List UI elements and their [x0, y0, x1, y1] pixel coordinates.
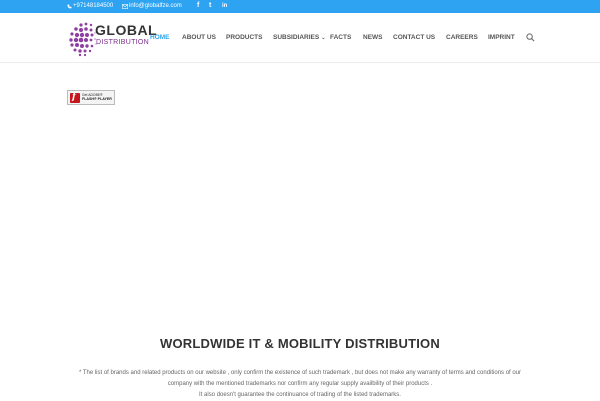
- nav-careers[interactable]: CAREERS: [446, 34, 478, 41]
- site-logo[interactable]: GLOBAL DISTRIBUTION: [67, 19, 158, 61]
- twitter-icon[interactable]: t: [209, 2, 211, 9]
- nav-subsidiaries[interactable]: SUBSIDIARIES ⌄: [273, 34, 325, 41]
- flash-badge-text: Get ADOBE® FLASH® PLAYER: [82, 93, 112, 101]
- nav-subsidiaries-label: SUBSIDIARIES: [273, 34, 320, 41]
- flash-icon: f: [70, 92, 80, 103]
- nav-home[interactable]: HOME: [150, 34, 170, 41]
- page-title: WORLDWIDE IT & MOBILITY DISTRIBUTION: [160, 336, 440, 351]
- logo-text-distribution: DISTRIBUTION: [96, 39, 149, 46]
- nav-news[interactable]: NEWS: [363, 34, 383, 41]
- disclaimer-line: * The list of brands and related product…: [78, 370, 522, 376]
- search-icon[interactable]: [526, 33, 535, 42]
- top-bar: +97148184500 info@globalfze.com f t in: [0, 0, 600, 13]
- get-flash-player-badge[interactable]: f Get ADOBE® FLASH® PLAYER: [67, 90, 115, 105]
- nav-imprint[interactable]: IMPRINT: [488, 34, 515, 41]
- logo-text-global: GLOBAL: [95, 22, 158, 38]
- flash-badge-line2: FLASH® PLAYER: [82, 97, 112, 101]
- disclaimer-line: company with the mentioned trademarks no…: [167, 381, 433, 387]
- nav-products[interactable]: PRODUCTS: [226, 34, 262, 41]
- disclaimer-line: It also doesn't guarantee the continuanc…: [199, 392, 401, 398]
- disclaimer-text: * The list of brands and related product…: [60, 368, 540, 401]
- email-address: info@globalfze.com: [129, 3, 182, 9]
- email-contact[interactable]: info@globalfze.com: [122, 3, 182, 9]
- linkedin-icon[interactable]: in: [222, 3, 227, 9]
- phone-number: +97148184500: [73, 3, 114, 9]
- chevron-down-icon: ⌄: [321, 35, 326, 41]
- nav-contact-us[interactable]: CONTACT US: [393, 34, 435, 41]
- phone-contact[interactable]: +97148184500: [67, 3, 113, 9]
- nav-about-us[interactable]: ABOUT US: [182, 34, 216, 41]
- phone-icon: [67, 4, 72, 8]
- facebook-icon[interactable]: f: [197, 2, 199, 9]
- envelope-icon: [122, 3, 128, 9]
- nav-facts[interactable]: FACTS: [330, 34, 351, 41]
- site-header: GLOBAL DISTRIBUTION HOME ABOUT US PRODUC…: [0, 13, 600, 63]
